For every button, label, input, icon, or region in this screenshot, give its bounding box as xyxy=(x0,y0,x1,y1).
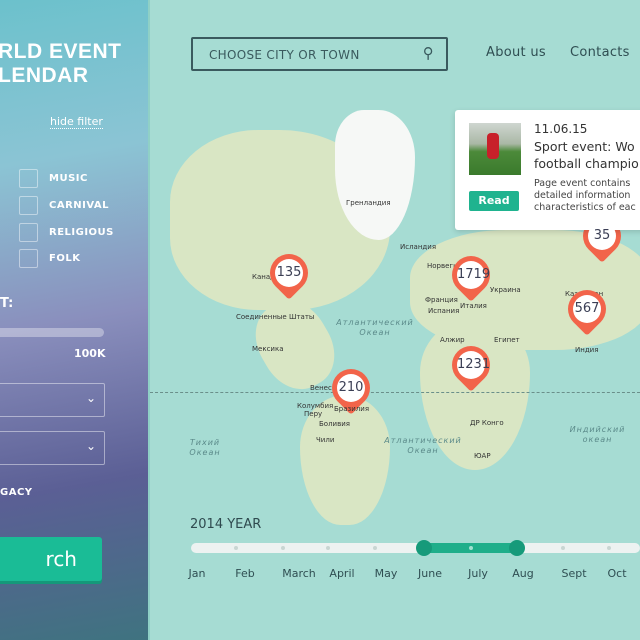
timeline-dot xyxy=(561,546,565,550)
pin-count: 210 xyxy=(337,374,365,402)
checkbox-carnival[interactable] xyxy=(19,196,38,215)
slider-max-label: 100K xyxy=(74,347,106,360)
event-title: Sport event: Wo football champio xyxy=(534,139,639,171)
event-card: 11.06.15 Sport event: Wo football champio… xyxy=(455,110,640,230)
timeline-dot xyxy=(373,546,377,550)
pin-count: 1231 xyxy=(457,351,490,379)
equator-line xyxy=(150,392,640,393)
checkbox-music[interactable] xyxy=(19,169,38,188)
month-label[interactable]: Sept xyxy=(561,567,586,580)
map-label: Мексика xyxy=(252,345,284,353)
timeline-dot xyxy=(607,546,611,550)
timeline-year: 2014 YEAR xyxy=(190,517,262,532)
event-date: 11.06.15 xyxy=(534,122,588,136)
timeline-dot xyxy=(326,546,330,550)
map-label: Боливия xyxy=(319,420,350,428)
ocean-label: Атлантический Океан xyxy=(336,318,414,337)
pin-count: 1719 xyxy=(457,261,490,289)
month-label[interactable]: Aug xyxy=(512,567,533,580)
read-button[interactable]: Read xyxy=(469,191,519,211)
chevron-down-icon: ⌄ xyxy=(85,391,96,405)
nav-contacts[interactable]: Contacts xyxy=(570,45,630,60)
ocean-label: Индийский океан xyxy=(569,425,626,444)
pin-count: 567 xyxy=(573,295,601,323)
pin-count: 35 xyxy=(588,222,616,250)
event-pin[interactable]: 135 xyxy=(270,254,308,302)
filter-sidebar: RLD EVENT LENDAR hide filter MUSIC CARNIV… xyxy=(0,0,150,640)
event-pin[interactable]: 1231 xyxy=(452,346,490,394)
cost-label: T: xyxy=(0,296,14,311)
search-button[interactable]: rch xyxy=(0,537,102,581)
map-label: ЮАР xyxy=(474,452,491,460)
dropdown-1[interactable]: ⌄ xyxy=(0,383,105,417)
checkbox-folk[interactable] xyxy=(19,249,38,268)
ocean-label: Атлантический Океан xyxy=(384,436,462,455)
map-label: Исландия xyxy=(400,243,437,251)
month-label[interactable]: Feb xyxy=(235,567,254,580)
map-label: Испания xyxy=(428,307,460,315)
map-label: Чили xyxy=(316,436,335,444)
timeline-end-handle[interactable] xyxy=(509,540,525,556)
checkbox-label: CARNIVAL xyxy=(49,200,110,211)
map-label: Египет xyxy=(494,336,520,344)
ocean-label: Тихий Океан xyxy=(189,438,221,457)
cost-slider[interactable] xyxy=(0,328,104,337)
map-label: Украина xyxy=(490,286,521,294)
map-label: Алжир xyxy=(440,336,465,344)
month-label[interactable]: May xyxy=(375,567,398,580)
month-label[interactable]: April xyxy=(329,567,354,580)
timeline-dot xyxy=(281,546,285,550)
nav-about-us[interactable]: About us xyxy=(486,45,546,60)
checkbox-label: FOLK xyxy=(49,253,81,264)
timeline-dot xyxy=(234,546,238,550)
map-label: Колумбия xyxy=(297,402,334,410)
search-placeholder: CHOOSE CITY OR TOWN xyxy=(209,48,360,62)
search-icon[interactable]: ⚲ xyxy=(423,44,434,62)
map-label: Венес xyxy=(310,384,332,392)
timeline-dot xyxy=(469,546,473,550)
map-label: Гренландия xyxy=(346,199,391,207)
dropdown-2[interactable]: ⌄ xyxy=(0,431,105,465)
hide-filter-link[interactable]: hide filter xyxy=(50,115,103,129)
city-search-input[interactable]: CHOOSE CITY OR TOWN ⚲ xyxy=(191,37,448,71)
pin-count: 135 xyxy=(275,259,303,287)
checkbox-religious[interactable] xyxy=(19,223,38,242)
map-label: ДР Конго xyxy=(470,419,504,427)
timeline-start-handle[interactable] xyxy=(416,540,432,556)
map-label-brazil: Бразилия xyxy=(334,405,370,413)
checkbox-label: MUSIC xyxy=(49,173,88,184)
month-label[interactable]: June xyxy=(418,567,442,580)
map-label: Перу xyxy=(304,410,323,418)
legacy-option[interactable]: GACY xyxy=(0,487,33,498)
map-label: Индия xyxy=(575,346,599,354)
month-label[interactable]: July xyxy=(468,567,488,580)
app-title: RLD EVENT LENDAR xyxy=(0,40,122,87)
month-label[interactable]: March xyxy=(282,567,316,580)
month-label[interactable]: Jan xyxy=(189,567,206,580)
checkbox-label: RELIGIOUS xyxy=(49,227,114,238)
chevron-down-icon: ⌄ xyxy=(85,439,96,453)
event-description: Page event contains detailed information c… xyxy=(534,178,636,213)
map-label: Соединенные Штаты xyxy=(236,313,315,321)
event-photo xyxy=(469,123,521,175)
month-label[interactable]: Oct xyxy=(607,567,626,580)
event-pin[interactable]: 567 xyxy=(568,290,606,338)
event-pin[interactable]: 1719 xyxy=(452,256,490,304)
